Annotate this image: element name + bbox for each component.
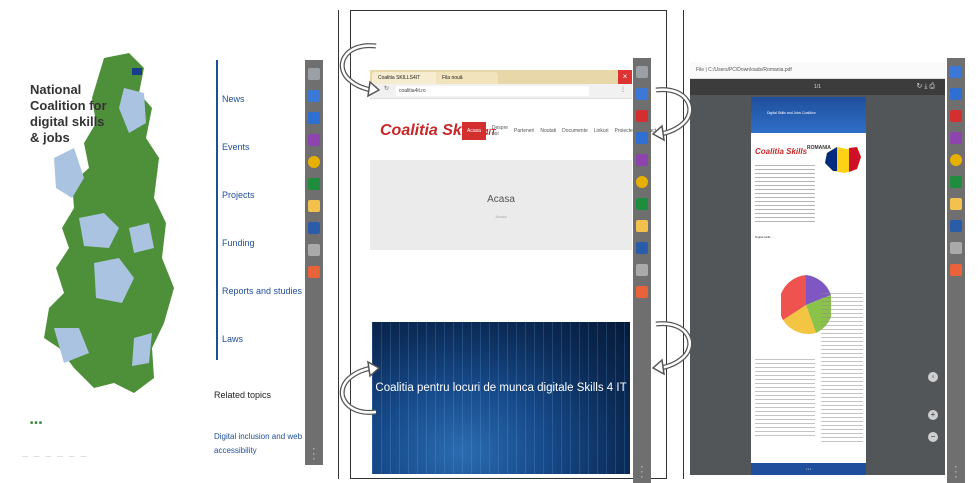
pdf-toolbar: 1/1 ↻ ⤓ ⎙ xyxy=(690,79,945,95)
taskbar-left: ▪ ▪ ▪ xyxy=(305,60,323,465)
browser-tab-bar: Coalitia SKILLS4IT Fila nouă × xyxy=(370,70,632,84)
app-icon[interactable] xyxy=(636,286,648,298)
app-icon[interactable] xyxy=(636,132,648,144)
folder-icon[interactable] xyxy=(950,198,962,210)
pdf-header-text: Digital Skills and Jobs Coalition xyxy=(767,111,816,115)
curved-arrow-icon xyxy=(652,321,693,376)
app-icon[interactable] xyxy=(308,112,320,124)
app-icon[interactable] xyxy=(636,264,648,276)
app-icon[interactable] xyxy=(950,66,962,78)
nav-news[interactable]: News xyxy=(222,94,245,104)
taskbar-clock: ▪ ▪ ▪ xyxy=(955,464,957,479)
tab-new[interactable]: Fila nouă xyxy=(436,72,498,84)
pdf-side-text xyxy=(821,293,863,443)
menu-icon[interactable]: ⋮ xyxy=(620,86,626,93)
taskbar-right: ▪ ▪ ▪ xyxy=(947,58,965,483)
nav-rail xyxy=(216,60,218,360)
page-hero: Acasa Acasa xyxy=(370,160,632,250)
nav-reports[interactable]: Reports and studies xyxy=(222,286,302,296)
word-icon[interactable] xyxy=(308,222,320,234)
map-legend: ■ ■ ■ xyxy=(30,420,42,426)
close-icon[interactable]: × xyxy=(618,70,632,84)
menu-linkuri[interactable]: Linkuri xyxy=(594,125,609,137)
romania-flag-map xyxy=(825,147,861,173)
word-icon[interactable] xyxy=(950,220,962,232)
zoom-in-icon[interactable]: + xyxy=(928,410,938,420)
app-icon[interactable] xyxy=(950,242,962,254)
pdf-path[interactable]: File | C:/Users/PC/Downloads/Romania.pdf xyxy=(690,67,792,73)
app-icon[interactable] xyxy=(950,88,962,100)
pdf-chart-label: Digital skills ... xyxy=(755,235,775,239)
menu-parteneri[interactable]: Parteneri xyxy=(514,125,534,137)
pdf-header: Digital Skills and Jobs Coalition xyxy=(751,97,866,133)
chrome-icon[interactable] xyxy=(950,154,962,166)
menu-documente[interactable]: Documente xyxy=(562,125,588,137)
site-menu: Acasa Despre noi Parteneri Noutati Docum… xyxy=(462,122,656,140)
app-icon[interactable] xyxy=(636,88,648,100)
pdf-icon[interactable] xyxy=(636,110,648,122)
curved-arrow-icon xyxy=(339,43,380,98)
pdf-page: Digital Skills and Jobs Coalition Coalit… xyxy=(751,97,866,475)
hero-banner: Coalitia pentru locuri de munca digitale… xyxy=(372,322,630,474)
chrome-icon[interactable] xyxy=(308,156,320,168)
excel-icon[interactable] xyxy=(636,198,648,210)
chrome-icon[interactable] xyxy=(636,176,648,188)
excel-icon[interactable] xyxy=(308,178,320,190)
taskbar-middle: ▪ ▪ ▪ xyxy=(633,58,651,483)
menu-noutati[interactable]: Noutati xyxy=(540,125,556,137)
site-header: Coalitia Skills4IT Acasa Despre noi Part… xyxy=(370,104,656,158)
nav-projects[interactable]: Projects xyxy=(222,190,255,200)
pdf-fit-icon[interactable]: ◦ xyxy=(928,372,938,382)
folder-icon[interactable] xyxy=(636,220,648,232)
pdf-text-block xyxy=(755,165,815,223)
zoom-out-icon[interactable]: − xyxy=(928,432,938,442)
nav-events[interactable]: Events xyxy=(222,142,250,152)
curved-arrow-icon xyxy=(339,360,380,415)
related-topics-heading: Related topics xyxy=(214,390,272,400)
app-icon[interactable] xyxy=(308,244,320,256)
related-link[interactable]: Digital inclusion and web accessibility xyxy=(214,430,304,458)
reload-icon[interactable]: ↻ xyxy=(384,85,389,92)
app-icon[interactable] xyxy=(950,132,962,144)
url-field[interactable]: coalitia4it.ro xyxy=(396,86,589,96)
curved-arrow-icon xyxy=(652,87,693,142)
excel-icon[interactable] xyxy=(950,176,962,188)
map-footer-dots: — — — — — — xyxy=(22,454,89,460)
app-icon[interactable] xyxy=(308,90,320,102)
start-icon[interactable] xyxy=(308,68,320,80)
taskbar-clock: ▪ ▪ ▪ xyxy=(641,464,643,479)
menu-proiecte[interactable]: Proiecte xyxy=(614,125,632,137)
app-icon[interactable] xyxy=(308,134,320,146)
app-icon[interactable] xyxy=(636,154,648,166)
page-title: Acasa xyxy=(487,194,515,205)
app-icon[interactable] xyxy=(950,264,962,276)
app-icon[interactable] xyxy=(308,266,320,278)
tab-coalitia[interactable]: Coalitia SKILLS4IT xyxy=(372,72,438,84)
nav-funding[interactable]: Funding xyxy=(222,238,255,248)
pdf-footer: ▪ ▪ ▪ xyxy=(751,463,866,475)
pdf-path-bar: File | C:/Users/PC/Downloads/Romania.pdf xyxy=(690,62,945,79)
word-icon[interactable] xyxy=(636,242,648,254)
pdf-tool-icons[interactable]: ↻ ⤓ ⎙ xyxy=(917,79,935,95)
nav-laws[interactable]: Laws xyxy=(222,334,243,344)
menu-acasa[interactable]: Acasa xyxy=(462,122,486,140)
pdf-icon[interactable] xyxy=(950,110,962,122)
pdf-logo: Coalitia Skills xyxy=(755,147,808,156)
taskbar-clock: ▪ ▪ ▪ xyxy=(313,446,315,461)
start-icon[interactable] xyxy=(636,66,648,78)
address-bar: ‹ ↻ coalitia4it.ro ⋮ xyxy=(370,84,632,99)
folder-icon[interactable] xyxy=(308,200,320,212)
map-title: National Coalition for digital skills & … xyxy=(30,82,107,145)
banner-title: Coalitia pentru locuri de munca digitale… xyxy=(375,382,627,394)
breadcrumb[interactable]: Acasa xyxy=(370,214,632,219)
menu-despre[interactable]: Despre noi xyxy=(492,122,508,140)
page-counter: 1/1 xyxy=(814,84,821,90)
pdf-partner-list xyxy=(755,359,815,439)
